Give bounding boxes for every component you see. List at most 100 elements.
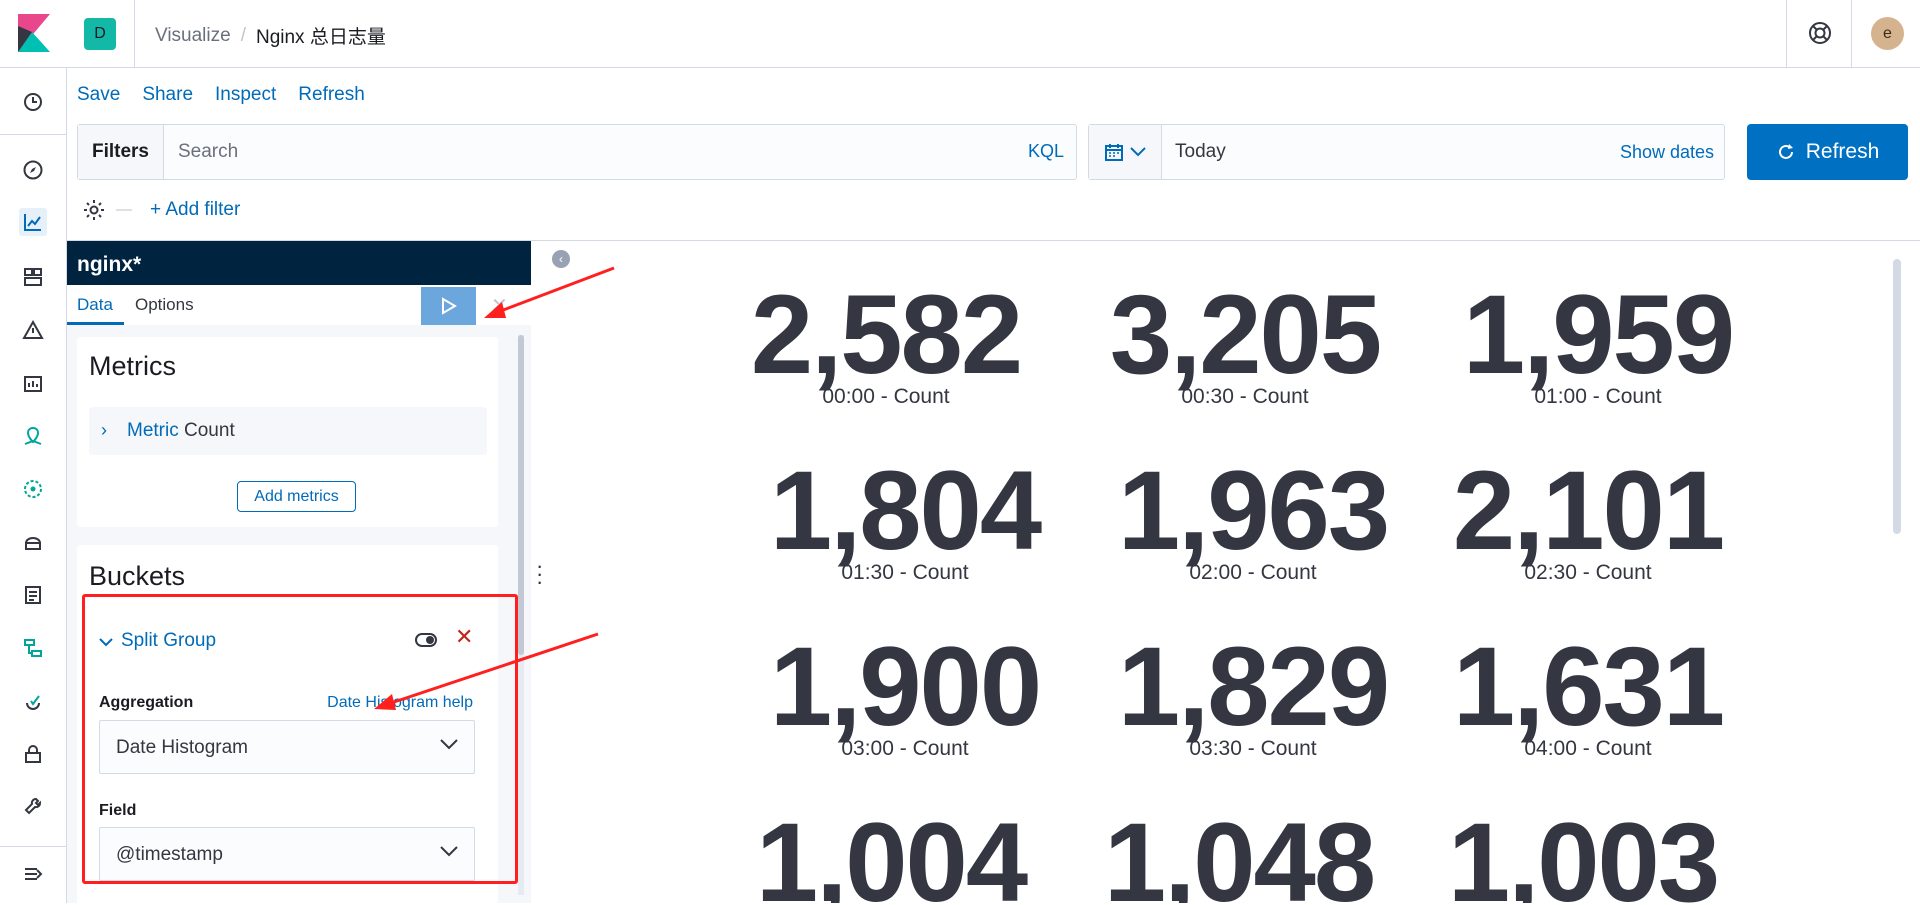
save-link[interactable]: Save	[77, 84, 120, 106]
metric-cell: 1,959 01:00 - Count	[1433, 279, 1763, 409]
metric-row-label: Metric Count	[127, 420, 235, 442]
apm-icon[interactable]	[19, 634, 47, 662]
delete-icon[interactable]: ✕	[455, 624, 473, 650]
metric-count-row[interactable]: › Metric Count	[89, 407, 487, 455]
devtools-wrench-icon[interactable]	[19, 793, 47, 821]
user-avatar[interactable]: e	[1871, 17, 1904, 50]
gear-icon[interactable]	[82, 198, 106, 222]
metric-cell: 1,003	[1418, 800, 1748, 904]
tab-options[interactable]: Options	[135, 295, 194, 315]
index-pattern-title: nginx*	[67, 241, 531, 285]
metric-cell: 1,963 02:00 - Count	[1088, 455, 1418, 585]
field-label: Field	[99, 802, 137, 819]
metric-value: Count	[184, 420, 235, 441]
metric-value: 1,004	[755, 800, 1028, 904]
refresh-link[interactable]: Refresh	[298, 84, 365, 106]
split-group-bucket: Split Group ✕ Aggregation Date Histogram…	[85, 608, 491, 888]
vis-editor-sidebar: nginx* Data Options ✕ Metrics › Metric C…	[67, 241, 531, 905]
tab-data[interactable]: Data	[77, 295, 113, 315]
divider	[1786, 0, 1787, 68]
chevron-down-icon[interactable]	[99, 638, 113, 647]
metric-cell: 2,582 00:00 - Count	[721, 279, 1051, 409]
aggregation-label: Aggregation	[99, 694, 194, 711]
aggregation-select[interactable]: Date Histogram	[99, 720, 475, 774]
filter-row: — + Add filter	[82, 198, 240, 222]
divider: —	[116, 201, 132, 218]
refresh-button[interactable]: Refresh	[1747, 124, 1908, 180]
chevron-right-icon[interactable]: ›	[101, 420, 107, 441]
divider	[1851, 0, 1852, 68]
metric-value: 1,048	[1103, 800, 1376, 904]
space-avatar[interactable]: D	[84, 18, 116, 50]
divider	[134, 0, 135, 68]
metric-value: 1,003	[1447, 800, 1720, 904]
query-bar: Filters KQL	[77, 124, 1077, 180]
infrastructure-icon[interactable]	[19, 528, 47, 556]
tab-indicator	[67, 322, 124, 325]
metric-value: 1,829	[1117, 624, 1390, 749]
kql-toggle[interactable]: KQL	[1028, 141, 1064, 162]
expand-nav-icon[interactable]	[19, 860, 47, 888]
refresh-icon	[1778, 144, 1793, 159]
inspect-link[interactable]: Inspect	[215, 84, 276, 106]
chevron-down-icon	[1130, 147, 1146, 157]
alert-icon[interactable]	[19, 316, 47, 344]
metric-value: 1,963	[1117, 448, 1390, 573]
metric-cell: 1,900 03:00 - Count	[740, 631, 1070, 761]
metric-value: 2,101	[1452, 448, 1725, 573]
add-metrics-button[interactable]: Add metrics	[237, 481, 356, 512]
metric-value: 1,631	[1452, 624, 1725, 749]
visualize-icon[interactable]	[19, 208, 47, 236]
scrollbar-thumb[interactable]	[518, 335, 524, 655]
divider	[0, 846, 66, 847]
filters-button[interactable]: Filters	[78, 125, 164, 179]
aggregation-help-link[interactable]: Date Histogram help	[327, 694, 473, 712]
metric-value: 2,582	[750, 272, 1023, 397]
breadcrumb-separator: /	[240, 24, 246, 46]
share-link[interactable]: Share	[142, 84, 193, 106]
apply-changes-button[interactable]	[421, 287, 476, 325]
discard-icon[interactable]: ✕	[491, 293, 508, 318]
calendar-icon	[1105, 144, 1123, 161]
field-select[interactable]: @timestamp	[99, 827, 475, 881]
refresh-label: Refresh	[1805, 140, 1880, 163]
metric-cell: 1,004	[726, 800, 1056, 904]
date-picker: Today Show dates	[1088, 124, 1725, 180]
siem-lock-icon[interactable]	[19, 740, 47, 768]
metric-cell: 3,205 00:30 - Count	[1080, 279, 1410, 409]
discover-compass-icon[interactable]	[19, 156, 47, 184]
breadcrumb-visualize[interactable]: Visualize	[155, 25, 231, 47]
metric-cell: 1,048	[1074, 800, 1404, 904]
canvas-icon[interactable]	[19, 369, 47, 397]
divider	[0, 134, 66, 135]
visualization-scrollbar[interactable]	[1893, 259, 1901, 534]
split-group-label[interactable]: Split Group	[121, 630, 216, 652]
date-range-value[interactable]: Today	[1175, 141, 1226, 163]
metric-cell: 2,101 02:30 - Count	[1423, 455, 1753, 585]
resize-handle[interactable]: · · ·	[536, 555, 543, 593]
metric-value: 1,900	[769, 624, 1042, 749]
toggle-icon[interactable]	[415, 633, 437, 647]
metric-value: 1,804	[769, 448, 1042, 573]
dashboard-icon[interactable]	[19, 263, 47, 291]
kibana-logo-icon[interactable]	[18, 14, 50, 52]
metric-value: 1,959	[1462, 272, 1735, 397]
side-nav	[0, 68, 67, 903]
breadcrumb-current: Nginx 总日志量	[255, 27, 386, 48]
metrics-title: Metrics	[89, 351, 176, 381]
search-input[interactable]	[178, 137, 938, 167]
metric-cell: 1,829 03:30 - Count	[1088, 631, 1418, 761]
collapse-sidebar-icon[interactable]: ‹	[552, 250, 570, 268]
ml-icon[interactable]	[19, 475, 47, 503]
quick-select-button[interactable]	[1089, 125, 1162, 179]
buckets-panel: Buckets Split Group ✕ Aggregation Date H…	[77, 545, 498, 905]
recent-clock-icon[interactable]	[19, 88, 47, 116]
maps-icon[interactable]	[19, 422, 47, 450]
help-icon[interactable]	[1807, 20, 1833, 46]
uptime-icon[interactable]	[19, 687, 47, 715]
metric-visualization: 2,582 00:00 - Count 3,205 00:30 - Count …	[580, 241, 1890, 904]
add-filter-link[interactable]: + Add filter	[150, 199, 240, 221]
logs-icon[interactable]	[19, 581, 47, 609]
show-dates-link[interactable]: Show dates	[1620, 142, 1714, 163]
play-icon	[441, 297, 457, 315]
